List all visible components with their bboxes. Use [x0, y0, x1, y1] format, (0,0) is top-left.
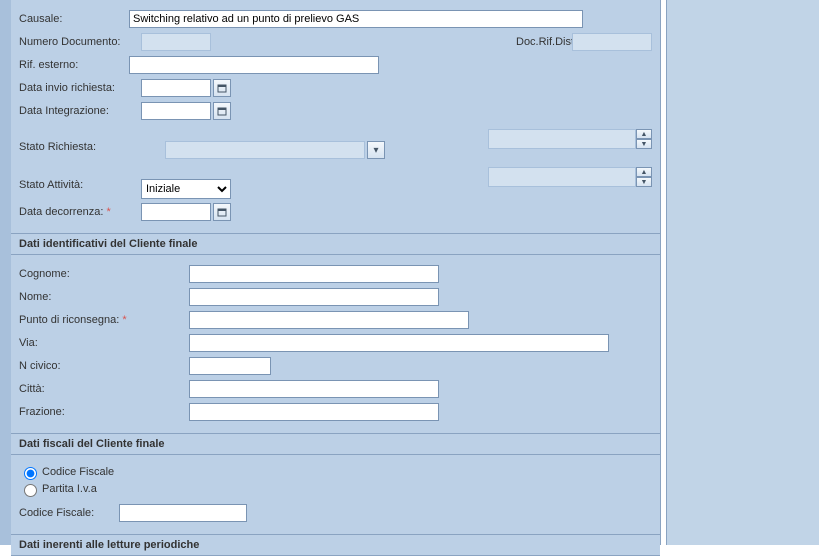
punto-riconsegna-input[interactable]	[189, 311, 469, 329]
stato-richiesta-label: Stato Richiesta:	[19, 141, 165, 153]
citta-label: Città:	[19, 383, 189, 395]
section-cliente-header: Dati identificativi del Cliente finale	[11, 233, 660, 255]
calendar-icon[interactable]	[213, 203, 231, 221]
stato-attivita-select[interactable]: Iniziale	[141, 179, 231, 199]
frazione-label: Frazione:	[19, 406, 189, 418]
right-panel	[666, 0, 819, 545]
state-list-2[interactable]	[488, 167, 636, 187]
doc-rif-distr-input	[572, 33, 652, 51]
codice-fiscale-field-label: Codice Fiscale:	[19, 507, 119, 519]
required-marker: *	[106, 206, 110, 218]
data-invio-label: Data invio richiesta:	[19, 82, 141, 94]
data-invio-input[interactable]	[141, 79, 211, 97]
data-integrazione-input[interactable]	[141, 102, 211, 120]
causale-label: Causale:	[19, 13, 129, 25]
data-integrazione-label: Data Integrazione:	[19, 105, 141, 117]
cognome-label: Cognome:	[19, 268, 189, 280]
codice-fiscale-input[interactable]	[119, 504, 247, 522]
citta-input[interactable]	[189, 380, 439, 398]
calendar-icon[interactable]	[213, 102, 231, 120]
section-cliente-body: Cognome: Nome: Punto di riconsegna: * Vi…	[11, 255, 660, 433]
nome-input[interactable]	[189, 288, 439, 306]
top-panel: Causale: Numero Documento: Doc.Rif.Distr…	[11, 0, 660, 233]
punto-riconsegna-label: Punto di riconsegna: *	[19, 314, 189, 326]
nome-label: Nome:	[19, 291, 189, 303]
calendar-icon[interactable]	[213, 79, 231, 97]
spin-up-icon[interactable]: ▲	[636, 167, 652, 177]
chevron-down-icon[interactable]: ▾	[367, 141, 385, 159]
n-civico-label: N civico:	[19, 360, 189, 372]
section-letture-header: Dati inerenti alle letture periodiche	[11, 534, 660, 556]
required-marker: *	[122, 314, 126, 326]
state-list-1[interactable]	[488, 129, 636, 149]
via-input[interactable]	[189, 334, 609, 352]
codice-fiscale-radio[interactable]	[24, 467, 37, 480]
cognome-input[interactable]	[189, 265, 439, 283]
partita-iva-radio[interactable]	[24, 484, 37, 497]
doc-rif-distr-label: Doc.Rif.Distr.:	[466, 36, 566, 48]
via-label: Via:	[19, 337, 189, 349]
section-fiscali-header: Dati fiscali del Cliente finale	[11, 433, 660, 455]
left-margin	[0, 0, 11, 545]
codice-fiscale-radio-label: Codice Fiscale	[42, 466, 114, 478]
data-decorrenza-label: Data decorrenza: *	[19, 206, 141, 218]
spin-up-icon[interactable]: ▲	[636, 129, 652, 139]
n-civico-input[interactable]	[189, 357, 271, 375]
stato-attivita-label: Stato Attività:	[19, 179, 141, 191]
frazione-input[interactable]	[189, 403, 439, 421]
spin-down-icon[interactable]: ▼	[636, 177, 652, 187]
rif-esterno-input[interactable]	[129, 56, 379, 74]
causale-input[interactable]	[129, 10, 583, 28]
main-panel: Causale: Numero Documento: Doc.Rif.Distr…	[11, 0, 661, 545]
section-fiscali-body: Codice Fiscale Partita I.v.a Codice Fisc…	[11, 455, 660, 534]
data-decorrenza-input[interactable]	[141, 203, 211, 221]
numero-documento-input	[141, 33, 211, 51]
stato-richiesta-input[interactable]	[165, 141, 365, 159]
spin-down-icon[interactable]: ▼	[636, 139, 652, 149]
partita-iva-radio-label: Partita I.v.a	[42, 483, 97, 495]
rif-esterno-label: Rif. esterno:	[19, 59, 129, 71]
numero-documento-label: Numero Documento:	[19, 36, 141, 48]
